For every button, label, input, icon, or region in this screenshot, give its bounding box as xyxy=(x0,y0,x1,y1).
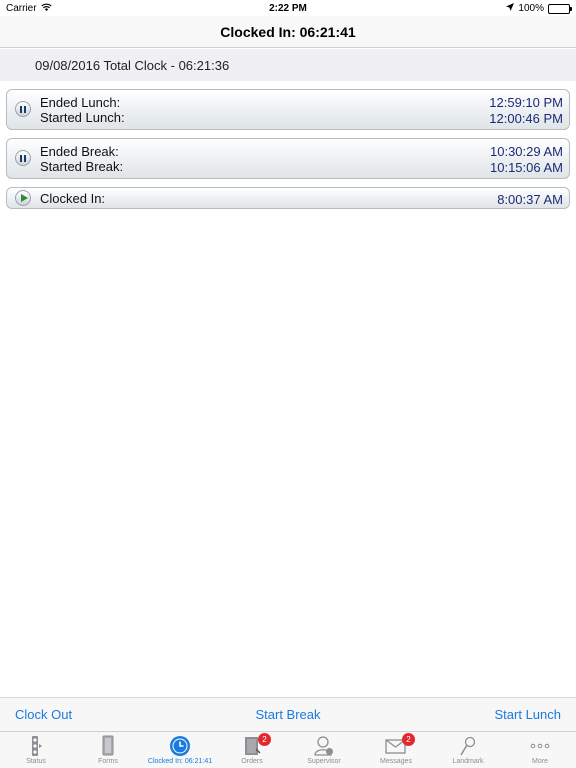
tab-status[interactable]: Status xyxy=(0,732,72,768)
start-lunch-button[interactable]: Start Lunch xyxy=(495,707,562,722)
total-clock-row: 09/08/2016 Total Clock - 06:21:36 xyxy=(0,49,576,81)
entry-labels: Ended Break: Started Break: xyxy=(40,144,123,174)
tab-label: More xyxy=(532,758,548,765)
clock-entries-list: Ended Lunch: Started Lunch: 12:59:10 PM … xyxy=(6,89,570,217)
page-title: Clocked In: 06:21:41 xyxy=(220,23,356,40)
entry-label: Clocked In: xyxy=(40,191,106,206)
battery-percent: 100% xyxy=(518,3,544,14)
tab-label: Orders xyxy=(241,758,263,765)
entry-times: 10:30:29 AM 10:15:06 AM xyxy=(490,144,563,176)
entry-label: Started Lunch: xyxy=(40,110,125,125)
clock-icon xyxy=(168,735,192,757)
landmark-icon xyxy=(456,735,480,757)
tab-more[interactable]: More xyxy=(504,732,576,768)
entry-time: 10:30:29 AM xyxy=(490,144,563,159)
action-bar: Clock Out Start Break Start Lunch xyxy=(0,697,576,731)
forms-icon xyxy=(96,735,120,757)
status-time: 2:22 PM xyxy=(269,3,307,14)
entry-lunch[interactable]: Ended Lunch: Started Lunch: 12:59:10 PM … xyxy=(6,89,570,130)
tab-label: Supervisor xyxy=(307,758,341,765)
entry-time: 12:00:46 PM xyxy=(489,111,563,126)
entry-label: Started Break: xyxy=(40,159,124,174)
entry-labels: Ended Lunch: Started Lunch: xyxy=(40,95,125,125)
tab-label: Clocked In: 06:21:41 xyxy=(147,758,213,765)
total-clock-text: 09/08/2016 Total Clock - 06:21:36 xyxy=(35,57,230,73)
tab-label: Landmark xyxy=(452,758,484,765)
entry-clocked-in[interactable]: Clocked In: 8:00:37 AM xyxy=(6,187,570,209)
entry-times: 8:00:37 AM xyxy=(497,192,563,208)
status-icon xyxy=(24,735,48,757)
entry-time: 10:15:06 AM xyxy=(490,160,563,175)
more-icon xyxy=(528,735,552,757)
tab-forms[interactable]: Forms xyxy=(72,732,144,768)
tab-orders[interactable]: 2 Orders xyxy=(216,732,288,768)
play-icon xyxy=(15,190,31,206)
entry-time: 12:59:10 PM xyxy=(489,95,563,110)
tab-landmark[interactable]: Landmark xyxy=(432,732,504,768)
tab-label: Status xyxy=(26,758,46,765)
tab-label: Messages xyxy=(380,758,412,765)
screen: Carrier 2:22 PM 100% Clocked In: 06:21:4… xyxy=(0,0,576,768)
status-right: 100% xyxy=(506,3,572,14)
pause-icon xyxy=(15,101,31,117)
status-bar: Carrier 2:22 PM 100% xyxy=(0,0,576,16)
entry-labels: Clocked In: xyxy=(40,191,105,206)
entry-break[interactable]: Ended Break: Started Break: 10:30:29 AM … xyxy=(6,138,570,179)
entry-label: Ended Break: xyxy=(40,144,119,159)
orders-badge: 2 xyxy=(258,733,271,746)
messages-badge: 2 xyxy=(402,733,415,746)
pause-icon xyxy=(15,150,31,166)
location-arrow-icon xyxy=(506,3,515,14)
tab-bar: Status Forms Clocked In: 06:21:41 2 Orde… xyxy=(0,731,576,768)
clock-out-button[interactable]: Clock Out xyxy=(15,707,72,722)
entry-time: 8:00:37 AM xyxy=(497,192,563,207)
tab-clocked-in[interactable]: Clocked In: 06:21:41 xyxy=(144,732,216,768)
battery-icon xyxy=(548,3,572,14)
start-break-button[interactable]: Start Break xyxy=(228,707,348,722)
tab-label: Forms xyxy=(98,758,118,765)
tab-supervisor[interactable]: Supervisor xyxy=(288,732,360,768)
supervisor-icon xyxy=(312,735,336,757)
tab-messages[interactable]: 2 Messages xyxy=(360,732,432,768)
entry-label: Ended Lunch: xyxy=(40,95,121,110)
nav-bar: Clocked In: 06:21:41 xyxy=(0,16,576,48)
entry-times: 12:59:10 PM 12:00:46 PM xyxy=(489,95,563,127)
